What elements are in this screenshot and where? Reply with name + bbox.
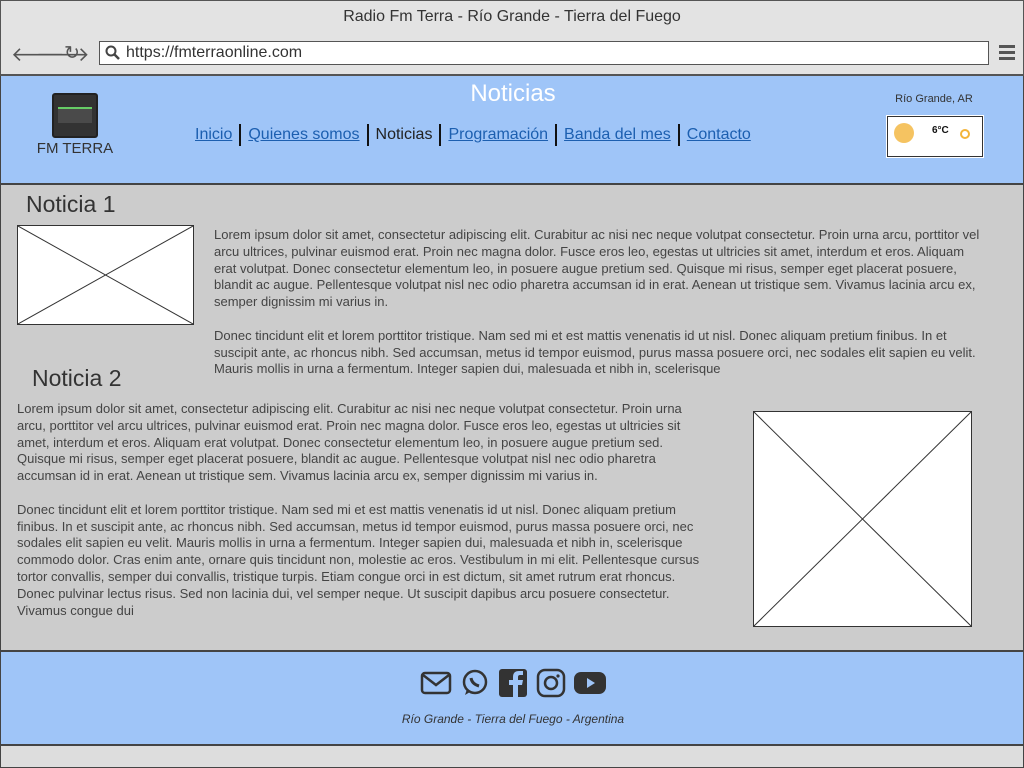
weather-forecast-icon	[960, 129, 970, 139]
nav-programacion[interactable]: Programación	[448, 126, 548, 143]
search-icon	[105, 45, 120, 60]
news-body: Lorem ipsum dolor sit amet, consectetur …	[214, 227, 984, 377]
nav-separator	[366, 124, 369, 146]
nav-quienes-somos[interactable]: Quienes somos	[248, 126, 359, 143]
whatsapp-icon[interactable]	[459, 668, 491, 698]
mail-icon[interactable]	[420, 668, 452, 698]
news-paragraph: Donec tincidunt elit et lorem porttitor …	[214, 327, 976, 377]
weather-sun-icon	[894, 123, 914, 143]
forward-icon[interactable]: 🡒	[36, 42, 90, 67]
facebook-icon[interactable]	[497, 668, 529, 698]
url-text: https://fmterraonline.com	[126, 44, 303, 61]
nav-separator	[239, 124, 242, 146]
footer-tagline: Río Grande - Tierra del Fuego - Argentin…	[401, 712, 625, 726]
news-paragraph: Donec tincidunt elit et lorem porttitor …	[17, 501, 700, 618]
nav-contacto[interactable]: Contacto	[687, 126, 751, 143]
logo-label: FM TERRA	[36, 140, 114, 157]
site-footer: Río Grande - Tierra del Fuego - Argentin…	[0, 651, 1024, 745]
reload-icon[interactable]: ↻	[64, 42, 80, 65]
news-image-placeholder	[17, 225, 194, 325]
news-body: Lorem ipsum dolor sit amet, consectetur …	[17, 401, 712, 637]
weather-widget[interactable]: 6°C	[886, 115, 984, 158]
news-content: Noticia 1 Lorem ipsum dolor sit amet, co…	[0, 184, 1024, 651]
news-title: Noticia 1	[26, 191, 116, 217]
nav-banda-del-mes[interactable]: Banda del mes	[564, 126, 671, 143]
instagram-icon[interactable]	[535, 668, 567, 698]
news-image-placeholder	[753, 411, 972, 627]
nav-noticias[interactable]: Noticias	[376, 126, 433, 143]
menu-icon[interactable]	[999, 44, 1015, 62]
news-title: Noticia 2	[32, 365, 128, 392]
site-header: FM TERRA Noticias Inicio Quienes somos Not…	[0, 76, 1024, 184]
social-links	[1, 668, 1024, 698]
news-paragraph: Lorem ipsum dolor sit amet, consectetur …	[17, 401, 682, 484]
news-paragraph: Lorem ipsum dolor sit amet, consectetur …	[214, 227, 980, 310]
weather-temp: 6°C	[932, 125, 949, 136]
youtube-icon[interactable]	[573, 668, 606, 698]
bottom-bar	[0, 745, 1024, 768]
weather-location: Río Grande, AR	[895, 93, 973, 105]
main-nav: Inicio Quienes somos Noticias Programación B…	[195, 124, 751, 146]
nav-separator	[439, 124, 442, 146]
nav-inicio[interactable]: Inicio	[195, 126, 232, 143]
nav-separator	[555, 124, 558, 146]
address-bar[interactable]: https://fmterraonline.com	[99, 41, 989, 65]
nav-separator	[677, 124, 680, 146]
window-title: Radio Fm Terra - Río Grande - Tierra del…	[0, 0, 1024, 32]
